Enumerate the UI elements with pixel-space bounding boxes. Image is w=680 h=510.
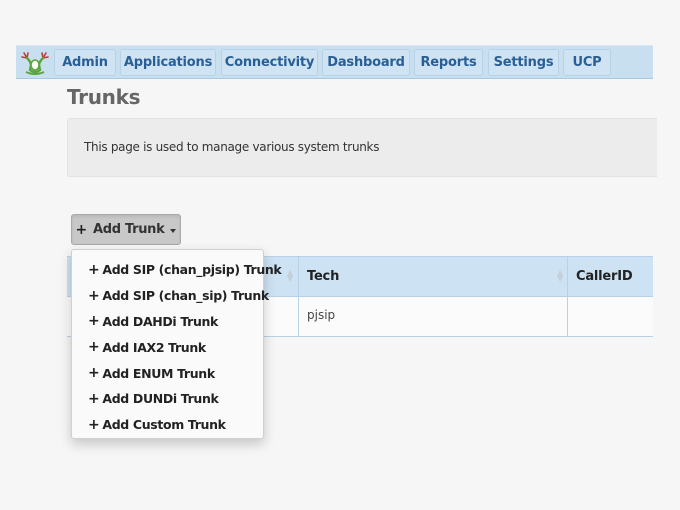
sort-icon[interactable]: ▲ ▼: [287, 269, 293, 284]
page-description-box: This page is used to manage various syst…: [67, 118, 657, 177]
column-divider: [567, 257, 568, 296]
column-divider: [298, 257, 299, 296]
menu-item-add-dahdi-trunk[interactable]: + Add DAHDi Trunk: [72, 309, 263, 335]
plus-icon: +: [88, 287, 100, 304]
plus-icon: +: [88, 339, 100, 356]
nav-reports[interactable]: Reports: [414, 49, 483, 76]
freepbx-logo-icon[interactable]: [20, 50, 50, 76]
plus-icon: +: [88, 365, 100, 382]
menu-item-add-iax2-trunk[interactable]: + Add IAX2 Trunk: [72, 334, 263, 360]
page-title: Trunks: [67, 85, 141, 109]
column-header-tech[interactable]: Tech: [307, 269, 339, 284]
menu-item-add-chan-sip-trunk[interactable]: + Add SIP (chan_sip) Trunk: [72, 283, 269, 309]
menu-item-add-enum-trunk[interactable]: + Add ENUM Trunk: [72, 360, 263, 386]
nav-dashboard[interactable]: Dashboard: [322, 49, 410, 76]
sort-icon[interactable]: ▲ ▼: [557, 269, 563, 284]
caret-down-icon: [170, 228, 177, 233]
nav-admin[interactable]: Admin: [54, 49, 116, 76]
page-description: This page is used to manage various syst…: [84, 140, 380, 154]
menu-item-add-dundi-trunk[interactable]: + Add DUNDi Trunk: [72, 386, 263, 412]
menu-item-label: Add Custom Trunk: [102, 417, 226, 433]
plus-icon: +: [88, 416, 100, 433]
menu-item-label: Add SIP (chan_pjsip) Trunk: [102, 262, 282, 278]
menu-item-label: Add DAHDi Trunk: [102, 313, 219, 329]
plus-icon: +: [88, 313, 100, 330]
menu-item-label: Add SIP (chan_sip) Trunk: [102, 288, 269, 304]
column-divider: [298, 297, 299, 336]
menu-item-add-pjsip-trunk[interactable]: + Add SIP (chan_pjsip) Trunk: [72, 257, 282, 283]
column-header-callerid[interactable]: CallerID: [576, 269, 633, 284]
add-trunk-label: Add Trunk: [92, 222, 165, 237]
menu-item-label: Add DUNDi Trunk: [102, 391, 219, 407]
plus-icon: +: [75, 221, 88, 238]
nav-ucp[interactable]: UCP: [563, 49, 611, 76]
nav-applications[interactable]: Applications: [120, 49, 216, 76]
column-divider: [567, 297, 568, 336]
plus-icon: +: [88, 261, 100, 278]
top-navbar: Admin Applications Connectivity Dashboar…: [16, 45, 653, 79]
menu-item-label: Add ENUM Trunk: [102, 365, 215, 381]
menu-item-label: Add IAX2 Trunk: [102, 339, 206, 355]
menu-item-add-custom-trunk[interactable]: + Add Custom Trunk: [72, 412, 263, 438]
add-trunk-button[interactable]: + Add Trunk: [71, 214, 181, 245]
nav-connectivity[interactable]: Connectivity: [221, 49, 318, 76]
add-trunk-dropdown-menu: + Add SIP (chan_pjsip) Trunk + Add SIP (…: [71, 249, 282, 439]
plus-icon: +: [88, 390, 100, 407]
cell-tech: pjsip: [307, 308, 336, 322]
nav-settings[interactable]: Settings: [488, 49, 559, 76]
